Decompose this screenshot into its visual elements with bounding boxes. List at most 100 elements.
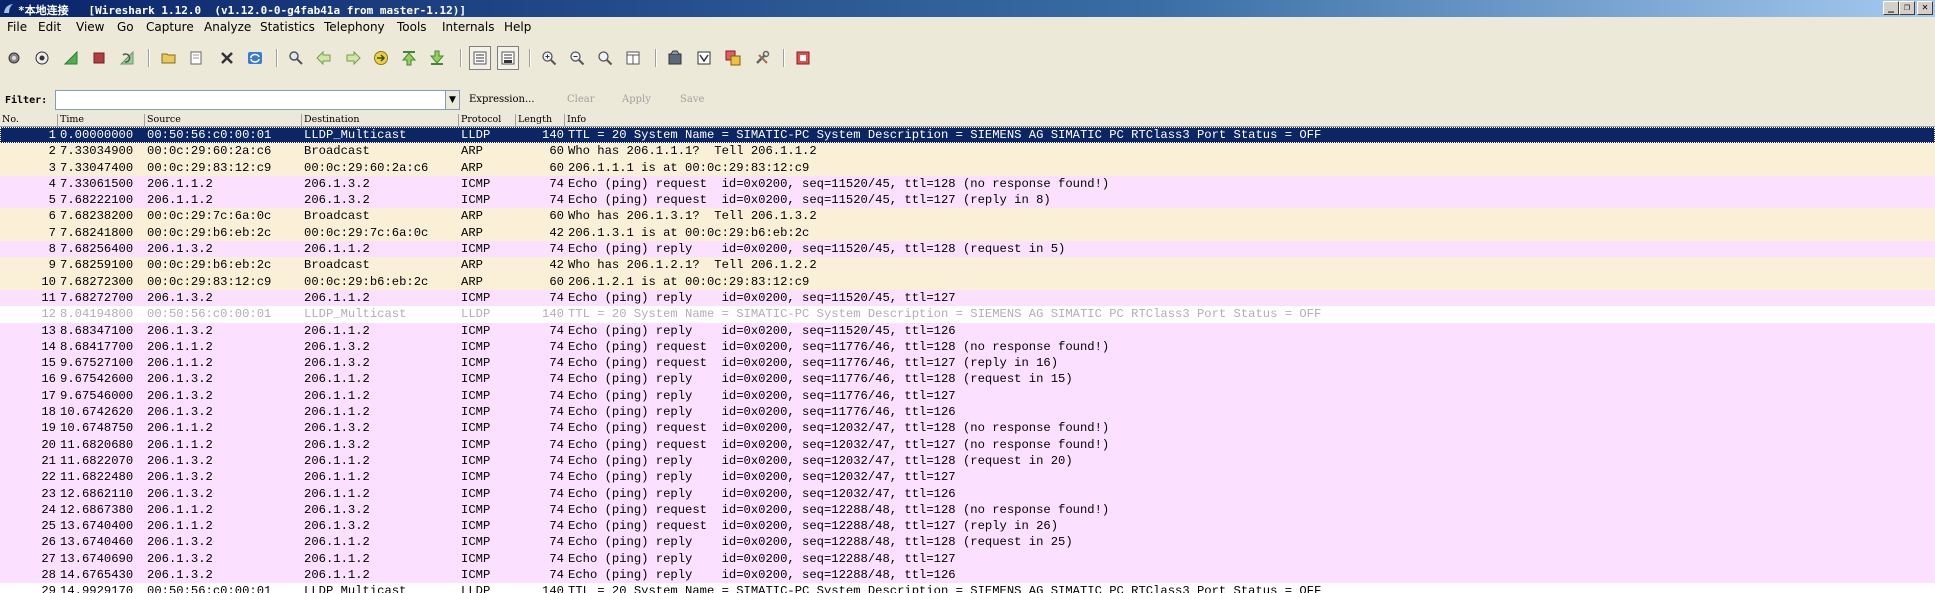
chevron-down-icon: ▼ bbox=[449, 95, 456, 105]
restore-button[interactable]: ❐ bbox=[1899, 1, 1915, 15]
table-row[interactable]: 25 13.6740400 206.1.1.2 206.1.3.2 ICMP 74 Echo… bbox=[0, 518, 1935, 535]
table-row[interactable]: 7 7.68241800 00:0c:29:b6:eb:2c 00:0c:29:7c:… bbox=[0, 224, 1935, 242]
menu-analyze[interactable]: Analyze bbox=[204, 20, 251, 34]
cell-len: 42 bbox=[549, 258, 564, 273]
preferences-icon[interactable] bbox=[753, 49, 771, 67]
find-packet-icon[interactable] bbox=[287, 49, 305, 67]
save-filter-button[interactable]: Save bbox=[680, 94, 704, 105]
menu-telephony[interactable]: Telephony bbox=[324, 20, 385, 34]
start-capture-icon[interactable] bbox=[62, 49, 80, 67]
close-file-icon[interactable] bbox=[218, 49, 236, 67]
cell-dst: 206.1.1.2 bbox=[304, 290, 370, 305]
filter-dropdown-button[interactable]: ▼ bbox=[445, 90, 460, 110]
table-row[interactable]: 15 9.67527100 206.1.1.2 206.1.3.2 ICMP 74 Echo… bbox=[0, 355, 1935, 372]
reload-icon[interactable] bbox=[246, 49, 264, 67]
options-icon[interactable] bbox=[33, 49, 51, 67]
cell-dst: 206.1.1.2 bbox=[304, 372, 370, 387]
table-row[interactable]: 17 9.67546000 206.1.3.2 206.1.1.2 ICMP 74 Echo… bbox=[0, 387, 1935, 405]
menu-view[interactable]: View bbox=[76, 20, 104, 34]
save-file-icon[interactable] bbox=[187, 49, 205, 67]
go-back-icon[interactable] bbox=[315, 49, 333, 67]
cell-proto: ICMP bbox=[461, 242, 491, 257]
table-row[interactable]: 16 9.67542600 206.1.3.2 206.1.1.2 ICMP 74 Echo… bbox=[0, 371, 1935, 388]
column-header-no[interactable]: No. bbox=[0, 114, 57, 126]
cell-info: Echo (ping) reply id=0x0200, seq=11776/4… bbox=[568, 405, 956, 420]
table-row[interactable]: 1 0.00000000 00:50:56:c0:00:01 LLDP_Multica… bbox=[0, 127, 1935, 144]
help-icon[interactable] bbox=[794, 49, 812, 67]
expression-button[interactable]: Expression... bbox=[469, 94, 535, 105]
menu-capture[interactable]: Capture bbox=[146, 20, 194, 34]
capture-filters-icon[interactable] bbox=[666, 49, 684, 67]
table-row[interactable]: 18 10.6742620 206.1.3.2 206.1.1.2 ICMP 74 Echo… bbox=[0, 404, 1935, 421]
go-last-icon[interactable] bbox=[428, 49, 446, 67]
table-row[interactable]: 24 12.6867380 206.1.1.2 206.1.3.2 ICMP 74 Echo… bbox=[0, 501, 1935, 519]
filter-input[interactable] bbox=[55, 90, 450, 110]
column-header-length[interactable]: Length bbox=[515, 114, 564, 126]
minimize-button[interactable]: _ bbox=[1883, 1, 1899, 15]
menu-internals[interactable]: Internals bbox=[442, 20, 495, 34]
table-row[interactable]: 12 8.04194800 00:50:56:c0:00:01 LLDP_Multic… bbox=[0, 306, 1935, 323]
column-header-protocol[interactable]: Protocol bbox=[458, 114, 515, 126]
zoom-normal-icon[interactable] bbox=[596, 49, 614, 67]
main-toolbar bbox=[0, 36, 1935, 87]
table-row[interactable]: 6 7.68238200 00:0c:29:7c:6a:0c Broadcast ARP… bbox=[0, 208, 1935, 225]
go-to-packet-icon[interactable] bbox=[372, 49, 390, 67]
stop-capture-icon[interactable] bbox=[90, 49, 108, 67]
table-row[interactable]: 4 7.33061500 206.1.1.2 206.1.3.2 ICMP 74 Echo … bbox=[0, 175, 1935, 193]
table-row[interactable]: 28 14.6765430 206.1.3.2 206.1.1.2 ICMP 74 Echo… bbox=[0, 567, 1935, 584]
column-header-source[interactable]: Source bbox=[144, 114, 301, 126]
menu-statistics[interactable]: Statistics bbox=[260, 20, 315, 34]
cell-proto: LLDP bbox=[461, 584, 491, 593]
table-row[interactable]: 8 7.68256400 206.1.3.2 206.1.1.2 ICMP 74 Echo … bbox=[0, 241, 1935, 258]
open-file-icon[interactable] bbox=[160, 49, 178, 67]
table-row[interactable]: 20 11.6820680 206.1.1.2 206.1.3.2 ICMP 74 Echo… bbox=[0, 436, 1935, 453]
table-row[interactable]: 21 11.6822070 206.1.3.2 206.1.1.2 ICMP 74 Echo… bbox=[0, 452, 1935, 470]
table-row[interactable]: 26 13.6740460 206.1.3.2 206.1.1.2 ICMP 74 Echo… bbox=[0, 534, 1935, 551]
table-row[interactable]: 13 8.68347100 206.1.3.2 206.1.1.2 ICMP 74 Echo… bbox=[0, 322, 1935, 339]
cell-no: 6 bbox=[48, 209, 56, 224]
apply-button[interactable]: Apply bbox=[622, 94, 651, 105]
cell-src: 206.1.1.2 bbox=[147, 356, 213, 371]
go-forward-icon[interactable] bbox=[344, 49, 362, 67]
table-row[interactable]: 11 7.68272700 206.1.3.2 206.1.1.2 ICMP 74 Echo… bbox=[0, 289, 1935, 307]
cell-src: 206.1.1.2 bbox=[147, 519, 213, 534]
column-header-destination[interactable]: Destination bbox=[301, 114, 458, 126]
menu-file[interactable]: File bbox=[7, 20, 27, 34]
clear-button[interactable]: Clear bbox=[567, 94, 595, 105]
table-row[interactable]: 14 8.68417700 206.1.1.2 206.1.3.2 ICMP 74 Echo… bbox=[0, 338, 1935, 356]
cell-time: 14.9929170 bbox=[60, 584, 134, 593]
table-row[interactable]: 19 10.6748750 206.1.1.2 206.1.3.2 ICMP 74 Echo… bbox=[0, 420, 1935, 437]
table-row[interactable]: 5 7.68222100 206.1.1.2 206.1.3.2 ICMP 74 Echo … bbox=[0, 192, 1935, 209]
colorize-icon[interactable] bbox=[471, 49, 489, 67]
cell-dst: 206.1.1.2 bbox=[304, 388, 370, 403]
menu-edit[interactable]: Edit bbox=[38, 20, 61, 34]
column-header-info[interactable]: Info bbox=[564, 114, 1935, 126]
interfaces-icon[interactable] bbox=[5, 49, 23, 67]
auto-scroll-icon[interactable] bbox=[499, 49, 517, 67]
menu-tools[interactable]: Tools bbox=[397, 20, 427, 34]
table-row[interactable]: 2 7.33034900 00:0c:29:60:2a:c6 Broadcast ARP… bbox=[0, 143, 1935, 160]
cell-len: 74 bbox=[549, 356, 564, 371]
close-button[interactable]: ✕ bbox=[1917, 1, 1933, 15]
cell-src: 206.1.3.2 bbox=[147, 372, 213, 387]
menu-help[interactable]: Help bbox=[504, 20, 531, 34]
restart-capture-icon[interactable] bbox=[118, 49, 136, 67]
table-row[interactable]: 23 12.6862110 206.1.3.2 206.1.1.2 ICMP 74 Echo… bbox=[0, 485, 1935, 502]
cell-info: Who has 206.1.3.1? Tell 206.1.3.2 bbox=[568, 209, 817, 224]
table-row[interactable]: 10 7.68272300 00:0c:29:83:12:c9 00:0c:29:b6… bbox=[0, 273, 1935, 290]
table-row[interactable]: 27 13.6740690 206.1.3.2 206.1.1.2 ICMP 74 Echo… bbox=[0, 550, 1935, 568]
column-header-time[interactable]: Time bbox=[57, 114, 144, 126]
table-row[interactable]: 29 14.9929170 00:50:56:c0:00:01 LLDP_Multic… bbox=[0, 583, 1935, 593]
cell-len: 140 bbox=[542, 128, 564, 142]
cell-proto: LLDP bbox=[461, 128, 491, 142]
coloring-rules-icon[interactable] bbox=[724, 49, 742, 67]
display-filters-icon[interactable] bbox=[695, 49, 713, 67]
table-row[interactable]: 9 7.68259100 00:0c:29:b6:eb:2c Broadcast ARP… bbox=[0, 257, 1935, 274]
go-first-icon[interactable] bbox=[400, 49, 418, 67]
menu-go[interactable]: Go bbox=[117, 20, 134, 34]
zoom-out-icon[interactable] bbox=[568, 49, 586, 67]
table-row[interactable]: 3 7.33047400 00:0c:29:83:12:c9 00:0c:29:60:… bbox=[0, 159, 1935, 176]
zoom-in-icon[interactable] bbox=[540, 49, 558, 67]
resize-columns-icon[interactable] bbox=[624, 49, 642, 67]
table-row[interactable]: 22 11.6822480 206.1.3.2 206.1.1.2 ICMP 74 Echo… bbox=[0, 469, 1935, 486]
